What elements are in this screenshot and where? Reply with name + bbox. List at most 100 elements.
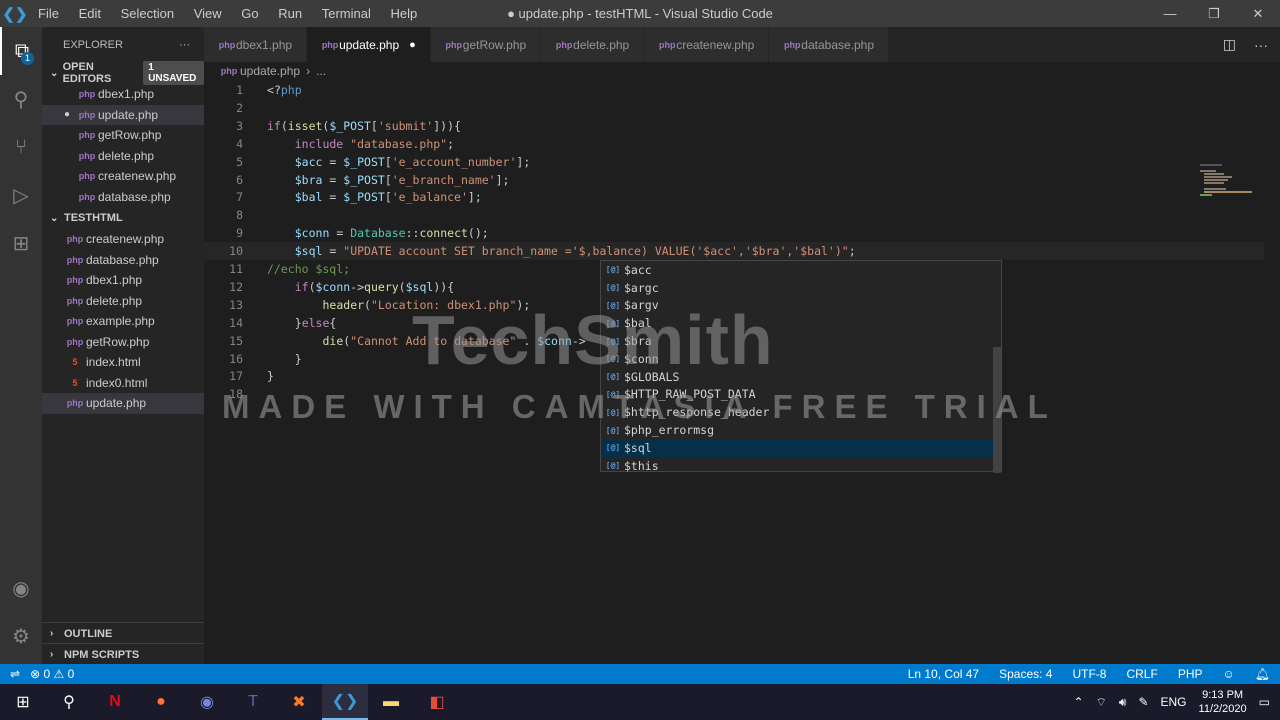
menu-edit[interactable]: Edit — [71, 6, 109, 21]
open-editor-item[interactable]: php dbex1.php — [42, 84, 204, 105]
menu-view[interactable]: View — [186, 6, 230, 21]
end-of-line[interactable]: CRLF — [1126, 667, 1157, 681]
file-tree-item[interactable]: php createnew.php — [42, 229, 204, 250]
editor-tab[interactable]: php dbex1.php — [204, 27, 308, 62]
action-center-icon[interactable]: ▭ — [1259, 695, 1270, 709]
code-line[interactable]: 5 $acc = $_POST['e_account_number']; — [204, 153, 1264, 171]
breadcrumb-symbol[interactable]: ... — [316, 64, 326, 78]
volume-icon[interactable]: 🔊︎ — [1119, 695, 1127, 710]
minimize-icon[interactable]: — — [1148, 0, 1192, 27]
code-line[interactable]: 8 — [204, 206, 1264, 224]
clock[interactable]: 9:13 PM 11/2/2020 — [1199, 688, 1247, 716]
open-editor-item[interactable]: php database.php — [42, 187, 204, 208]
suggestion-item[interactable]: [@] $argc — [601, 279, 1001, 297]
discord-icon[interactable]: ◉ — [184, 684, 230, 720]
file-tree-item[interactable]: php update.php — [42, 393, 204, 414]
more-actions-icon[interactable]: ··· — [179, 39, 190, 51]
modified-dot-icon[interactable]: ● — [409, 39, 416, 51]
minimap[interactable] — [1200, 164, 1260, 204]
notifications-icon[interactable]: 🔔︎ — [1255, 667, 1270, 681]
file-tree-item[interactable]: php example.php — [42, 311, 204, 332]
breadcrumb-file[interactable]: update.php — [240, 64, 300, 78]
settings-gear-icon[interactable]: ⚙ — [0, 612, 42, 660]
autocomplete-suggestions[interactable]: [@] $acc [@] $argc [@] $argv [@] $bal [@] $bra [@]… — [600, 260, 1002, 475]
vscode-icon[interactable]: ❮❯ — [322, 684, 368, 720]
editor-tab[interactable]: php update.php ● — [307, 27, 431, 62]
folder-section[interactable]: ⌄ TESTHTML — [42, 207, 204, 229]
language-indicator[interactable]: ENG — [1161, 695, 1187, 709]
suggestion-item[interactable]: [@] $GLOBALS — [601, 368, 1001, 386]
source-control-icon[interactable]: ⑂ — [0, 123, 42, 171]
cursor-position[interactable]: Ln 10, Col 47 — [908, 667, 979, 681]
netflix-icon[interactable]: N — [92, 684, 138, 720]
file-tree-item[interactable]: php dbex1.php — [42, 270, 204, 291]
suggestion-item[interactable]: [@] $http_response_header — [601, 403, 1001, 421]
search-icon[interactable]: ⚲ — [0, 75, 42, 123]
language-mode[interactable]: PHP — [1178, 667, 1203, 681]
file-tree-item[interactable]: php getRow.php — [42, 332, 204, 353]
search-icon[interactable]: ⚲ — [46, 684, 92, 720]
suggestion-item[interactable]: [@] $acc — [601, 261, 1001, 279]
open-editor-item[interactable]: php getRow.php — [42, 125, 204, 146]
suggestion-item[interactable]: [@] $php_errormsg — [601, 421, 1001, 439]
suggestion-item[interactable]: [@] $HTTP_RAW_POST_DATA — [601, 386, 1001, 404]
menu-selection[interactable]: Selection — [113, 6, 182, 21]
restore-icon[interactable]: ❐ — [1192, 0, 1236, 27]
editor-tab[interactable]: php getRow.php — [430, 27, 542, 62]
show-hidden-icons-icon[interactable]: ⌃ — [1074, 695, 1084, 709]
editor-tab[interactable]: php database.php — [769, 27, 890, 62]
menu-terminal[interactable]: Terminal — [314, 6, 379, 21]
indentation[interactable]: Spaces: 4 — [999, 667, 1052, 681]
suggestion-item[interactable]: [@] $this — [601, 457, 1001, 475]
pen-icon[interactable]: ✎ — [1138, 695, 1148, 709]
menu-run[interactable]: Run — [270, 6, 310, 21]
code-line[interactable]: 10 $sql = "UPDATE account SET branch_nam… — [204, 242, 1264, 261]
code-line[interactable]: 1 <?php — [204, 81, 1264, 99]
npm-scripts-section[interactable]: › NPM SCRIPTS — [42, 643, 204, 665]
menu-help[interactable]: Help — [383, 6, 426, 21]
encoding[interactable]: UTF-8 — [1072, 667, 1106, 681]
more-actions-icon[interactable]: ··· — [1254, 37, 1268, 53]
file-tree-item[interactable]: 5 index0.html — [42, 373, 204, 394]
account-icon[interactable]: ◉ — [0, 564, 42, 612]
outline-section[interactable]: › OUTLINE — [42, 622, 204, 644]
problems-indicator[interactable]: ⊗ 0 ⚠ 0 — [30, 667, 74, 681]
split-editor-icon[interactable]: ◫ — [1223, 36, 1236, 53]
open-editor-item[interactable]: ● php update.php — [42, 104, 204, 125]
code-line[interactable]: 4 include "database.php"; — [204, 135, 1264, 153]
file-tree-item[interactable]: php delete.php — [42, 291, 204, 312]
suggestion-item[interactable]: [@] $bal — [601, 314, 1001, 332]
open-editor-item[interactable]: php createnew.php — [42, 166, 204, 187]
feedback-icon[interactable]: ☺ — [1223, 667, 1235, 681]
suggestion-item[interactable]: [@] $conn — [601, 350, 1001, 368]
firefox-icon[interactable]: ● — [138, 684, 184, 720]
editor-tab[interactable]: php delete.php — [541, 27, 645, 62]
code-line[interactable]: 9 $conn = Database::connect(); — [204, 224, 1264, 242]
camtasia-icon[interactable]: ◧ — [414, 684, 460, 720]
suggestion-item[interactable]: [@] $sql — [601, 438, 1001, 457]
code-line[interactable]: 7 $bal = $_POST['e_balance']; — [204, 188, 1264, 206]
code-line[interactable]: 2 — [204, 99, 1264, 117]
run-debug-icon[interactable]: ▷ — [0, 171, 42, 219]
file-tree-item[interactable]: 5 index.html — [42, 352, 204, 373]
windows-start-icon[interactable]: ⊞ — [0, 684, 46, 720]
explorer-icon[interactable]: ⧉ 1 — [0, 27, 42, 75]
menu-file[interactable]: File — [30, 6, 67, 21]
suggestion-item[interactable]: [@] $argv — [601, 297, 1001, 315]
code-line[interactable]: 3 if(isset($_POST['submit'])){ — [204, 117, 1264, 135]
extensions-icon[interactable]: ⊞ — [0, 219, 42, 267]
code-line[interactable]: 6 $bra = $_POST['e_branch_name']; — [204, 171, 1264, 189]
network-icon[interactable]: ⌔ — [1096, 695, 1107, 710]
xampp-icon[interactable]: ✖ — [276, 684, 322, 720]
open-editors-section[interactable]: ⌄ OPEN EDITORS 1 UNSAVED — [42, 61, 204, 85]
file-explorer-icon[interactable]: ▬ — [368, 684, 414, 720]
open-editor-item[interactable]: php delete.php — [42, 146, 204, 167]
remote-icon[interactable]: ⇌ — [10, 667, 20, 681]
close-icon[interactable]: ✕ — [1236, 0, 1280, 27]
editor-tab[interactable]: php createnew.php — [644, 27, 770, 62]
file-tree-item[interactable]: php database.php — [42, 250, 204, 271]
suggestions-scrollbar[interactable] — [993, 347, 1001, 473]
teams-icon[interactable]: T — [230, 684, 276, 720]
suggestion-item[interactable]: [@] $bra — [601, 332, 1001, 350]
menu-go[interactable]: Go — [233, 6, 266, 21]
